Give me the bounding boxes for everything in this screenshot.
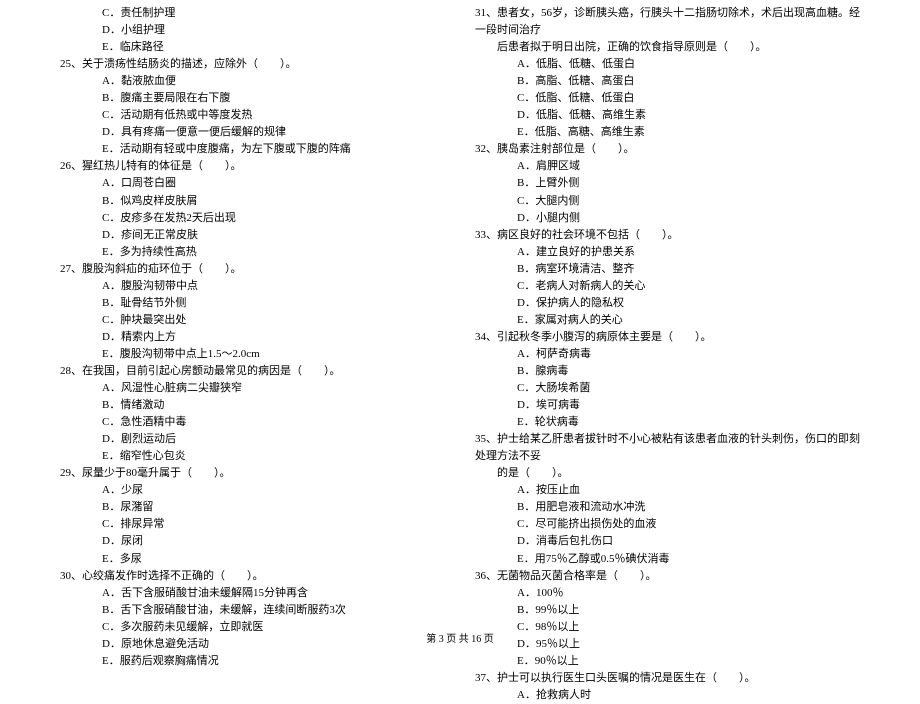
q35-opt: D．消毒后包扎伤口 <box>475 533 860 550</box>
q32-opt: C．大腿内侧 <box>475 193 860 210</box>
q34-stem: 34、引起秋冬季小腹泻的病原体主要是（ ）。 <box>475 329 860 346</box>
q33-opt: C．老病人对新病人的关心 <box>475 278 860 295</box>
q30-opt: E．服药后观察胸痛情况 <box>60 653 445 670</box>
q32-stem: 32、胰岛素注射部位是（ ）。 <box>475 141 860 158</box>
q34-opt: A．柯萨奇病毒 <box>475 346 860 363</box>
pre-opt: E．临床路径 <box>60 39 445 56</box>
q26-opt: C．皮疹多在发热2天后出现 <box>60 210 445 227</box>
q30-opt: B．舌下含服硝酸甘油，未缓解，连续间断服药3次 <box>60 602 445 619</box>
q35-opt: C．尽可能挤出损伤处的血液 <box>475 516 860 533</box>
q25-stem: 25、关于溃疡性结肠炎的描述，应除外（ ）。 <box>60 56 445 73</box>
q35-opt: B．用肥皂液和流动水冲洗 <box>475 499 860 516</box>
q29-opt: A．少尿 <box>60 482 445 499</box>
pre-opt: D．小组护理 <box>60 22 445 39</box>
q35-opt: A．按压止血 <box>475 482 860 499</box>
q31-opt: D．低脂、低糖、高维生素 <box>475 107 860 124</box>
q26-stem: 26、猩红热儿特有的体征是（ ）。 <box>60 158 445 175</box>
q27-opt: A．腹股沟韧带中点 <box>60 278 445 295</box>
q28-opt: E．缩窄性心包炎 <box>60 448 445 465</box>
q29-opt: E．多尿 <box>60 551 445 568</box>
q34-opt: D．埃可病毒 <box>475 397 860 414</box>
left-column: C．责任制护理 D．小组护理 E．临床路径 25、关于溃疡性结肠炎的描述，应除外… <box>60 5 445 615</box>
q28-opt: C．急性酒精中毒 <box>60 414 445 431</box>
q35-stem: 35、护士给某乙肝患者拔针时不小心被粘有该患者血液的针头刺伤，伤口的即刻处理方法… <box>475 431 860 465</box>
q35-opt: E．用75％乙醇或0.5％碘伏消毒 <box>475 551 860 568</box>
q25-opt: B．腹痛主要局限在右下腹 <box>60 90 445 107</box>
q32-opt: A．肩胛区域 <box>475 158 860 175</box>
q26-opt: D．疹间无正常皮肤 <box>60 227 445 244</box>
page-footer: 第 3 页 共 16 页 <box>0 630 920 645</box>
q30-opt: A．舌下含服硝酸甘油未缓解隔15分钟再含 <box>60 585 445 602</box>
q27-opt: B．耻骨结节外侧 <box>60 295 445 312</box>
q27-opt: E．腹股沟韧带中点上1.5～2.0cm <box>60 346 445 363</box>
q33-opt: A．建立良好的护患关系 <box>475 244 860 261</box>
q33-opt: E．家属对病人的关心 <box>475 312 860 329</box>
q25-opt: A．黏液脓血便 <box>60 73 445 90</box>
q25-opt: E．活动期有轻或中度腹痛，为左下腹或下腹的阵痛 <box>60 141 445 158</box>
q31-opt: E．低脂、高糖、高维生素 <box>475 124 860 141</box>
q35-cont: 的是（ ）。 <box>475 465 860 482</box>
q29-opt: D．尿闭 <box>60 533 445 550</box>
q36-opt: B．99％以上 <box>475 602 860 619</box>
q36-opt: A．100％ <box>475 585 860 602</box>
q31-cont: 后患者拟于明日出院，正确的饮食指导原则是（ ）。 <box>475 39 860 56</box>
q36-stem: 36、无菌物品灭菌合格率是（ ）。 <box>475 568 860 585</box>
pre-opt: C．责任制护理 <box>60 5 445 22</box>
q31-opt: B．高脂、低糖、高蛋白 <box>475 73 860 90</box>
q28-stem: 28、在我国，目前引起心房颤动最常见的病因是（ ）。 <box>60 363 445 380</box>
q31-stem: 31、患者女，56岁，诊断胰头癌，行胰头十二指肠切除术，术后出现高血糖。经一段时… <box>475 5 860 39</box>
q29-opt: C．排尿异常 <box>60 516 445 533</box>
q33-opt: D．保护病人的隐私权 <box>475 295 860 312</box>
q32-opt: B．上臂外侧 <box>475 175 860 192</box>
q31-opt: C．低脂、低糖、低蛋白 <box>475 90 860 107</box>
q27-opt: D．精索内上方 <box>60 329 445 346</box>
q25-opt: C．活动期有低热或中等度发热 <box>60 107 445 124</box>
q36-opt: E．90％以上 <box>475 653 860 670</box>
q26-opt: A．口周苍白圈 <box>60 175 445 192</box>
q37-opt: A．抢救病人时 <box>475 687 860 704</box>
q34-opt: E．轮状病毒 <box>475 414 860 431</box>
q37-stem: 37、护士可以执行医生口头医嘱的情况是医生在（ ）。 <box>475 670 860 687</box>
q33-stem: 33、病区良好的社会环境不包括（ ）。 <box>475 227 860 244</box>
q34-opt: C．大肠埃希菌 <box>475 380 860 397</box>
q26-opt: E．多为持续性高热 <box>60 244 445 261</box>
q28-opt: B．情绪激动 <box>60 397 445 414</box>
q31-opt: A．低脂、低糖、低蛋白 <box>475 56 860 73</box>
q33-opt: B．病室环境清洁、整齐 <box>475 261 860 278</box>
q34-opt: B．腺病毒 <box>475 363 860 380</box>
q29-opt: B．尿潴留 <box>60 499 445 516</box>
q27-opt: C．肿块最突出处 <box>60 312 445 329</box>
q32-opt: D．小腿内侧 <box>475 210 860 227</box>
right-column: 31、患者女，56岁，诊断胰头癌，行胰头十二指肠切除术，术后出现高血糖。经一段时… <box>475 5 860 615</box>
q26-opt: B．似鸡皮样皮肤屑 <box>60 193 445 210</box>
q29-stem: 29、尿量少于80毫升属于（ ）。 <box>60 465 445 482</box>
q30-stem: 30、心绞痛发作时选择不正确的（ ）。 <box>60 568 445 585</box>
q28-opt: D．剧烈运动后 <box>60 431 445 448</box>
q27-stem: 27、腹股沟斜疝的疝环位于（ ）。 <box>60 261 445 278</box>
q28-opt: A．风湿性心脏病二尖瓣狭窄 <box>60 380 445 397</box>
q25-opt: D．具有疼痛一便意一便后缓解的规律 <box>60 124 445 141</box>
